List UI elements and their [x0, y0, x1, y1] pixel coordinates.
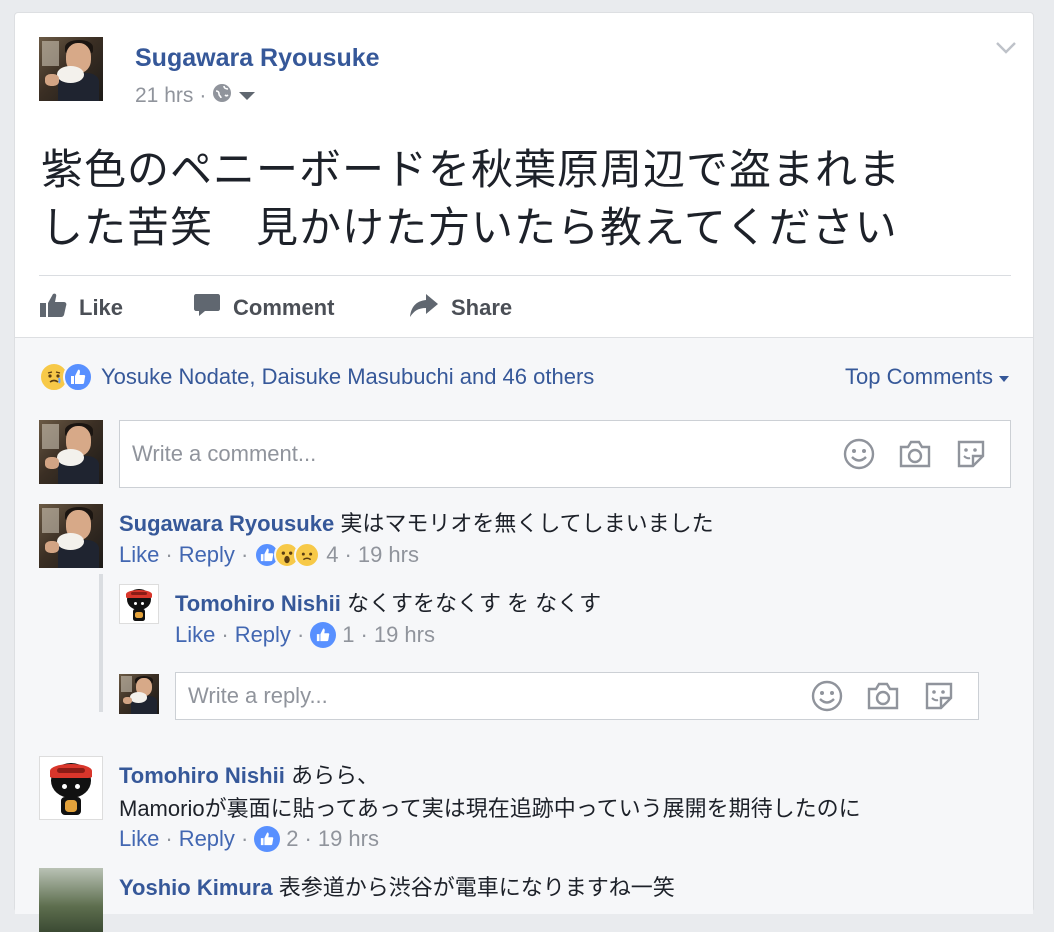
comment-body: 表参道から渋谷が電車になりますね一笑	[278, 875, 675, 900]
comment-like-link[interactable]: Like	[119, 542, 159, 568]
camera-icon[interactable]	[866, 679, 900, 713]
comment-author[interactable]: Sugawara Ryousuke	[119, 511, 334, 536]
caret-down-icon	[999, 364, 1009, 390]
comment-label: Comment	[233, 295, 335, 320]
comment-bubble-icon	[193, 292, 221, 324]
post-timestamp[interactable]: 21 hrs	[135, 84, 193, 108]
camera-icon[interactable]	[898, 437, 932, 471]
like-label: Like	[79, 295, 124, 320]
comment-body-line-2: Mamorioが裏面に貼ってあって実は現在追跡中っていう展開を期待したのに	[119, 796, 861, 821]
post-text-line-1: 紫色のペニーボードを秋葉原周辺で盗まれま	[41, 146, 902, 193]
comment-author[interactable]: Tomohiro Nishii	[119, 763, 285, 788]
sticker-icon[interactable]	[954, 437, 988, 471]
like-reaction-icon	[254, 826, 281, 852]
like-reaction-icon	[310, 622, 337, 648]
emoji-icon[interactable]	[810, 679, 844, 713]
comment-reaction-count[interactable]: 2	[286, 826, 298, 852]
like-button[interactable]: Like	[39, 292, 123, 324]
comment-text: Tomohiro Nishii あらら、	[119, 758, 379, 790]
comment-text: Sugawara Ryousuke 実はマモリオを無くしてしまいました	[119, 506, 714, 538]
post-meta: 21 hrs ·	[135, 83, 256, 109]
reply-body: なくすをなくす を なくす	[346, 591, 602, 616]
post-card: Sugawara Ryousuke 21 hrs · 紫色のペニーボードを秋葉原…	[14, 12, 1034, 932]
sticker-icon[interactable]	[922, 679, 956, 713]
chevron-down-icon[interactable]	[995, 41, 1016, 57]
reply-author[interactable]: Tomohiro Nishii	[175, 591, 341, 616]
commenter-avatar[interactable]	[39, 756, 103, 820]
reactions-summary-text: Yosuke Nodate, Daisuke Masubuchi and 46 …	[101, 364, 595, 389]
reactions-summary[interactable]: Yosuke Nodate, Daisuke Masubuchi and 46 …	[39, 362, 594, 392]
reply-timestamp[interactable]: 19 hrs	[374, 622, 435, 648]
post-divider	[39, 275, 1011, 276]
reply-text: Tomohiro Nishii なくすをなくす を なくす	[175, 586, 601, 618]
audience-dropdown-icon[interactable]	[238, 84, 256, 108]
comment-text: Yoshio Kimura 表参道から渋谷が電車になりますね一笑	[119, 870, 675, 902]
share-button[interactable]: Share	[409, 292, 512, 324]
reply-like-link[interactable]: Like	[175, 622, 215, 648]
comment-reply-link[interactable]: Reply	[179, 826, 235, 852]
top-comments-label: Top Comments	[845, 364, 993, 389]
viewer-reply-avatar	[119, 674, 159, 714]
comment-timestamp[interactable]: 19 hrs	[318, 826, 379, 852]
reply-actions: Like · Reply · 1 · 19 hrs	[175, 622, 435, 648]
reply-reply-link[interactable]: Reply	[235, 622, 291, 648]
meta-separator: ·	[199, 84, 207, 107]
comment-reaction-count[interactable]: 4	[326, 542, 338, 568]
comments-section: Yosuke Nodate, Daisuke Masubuchi and 46 …	[15, 337, 1033, 932]
emoji-icon[interactable]	[842, 437, 876, 471]
share-label: Share	[451, 295, 513, 320]
comment-input[interactable]: Write a comment...	[119, 420, 1011, 488]
comment-reply-link[interactable]: Reply	[179, 542, 235, 568]
comment-timestamp[interactable]: 19 hrs	[358, 542, 419, 568]
commenter-avatar[interactable]	[39, 868, 103, 932]
commenter-avatar[interactable]	[39, 504, 103, 568]
comment-like-link[interactable]: Like	[119, 826, 159, 852]
post-body: 紫色のペニーボードを秋葉原周辺で盗まれま した苦笑 見かけた方いたら教えてくださ…	[41, 141, 1021, 257]
reply-thread-line	[99, 574, 103, 712]
post-author-name[interactable]: Sugawara Ryousuke	[135, 44, 380, 73]
comment-author[interactable]: Yoshio Kimura	[119, 875, 273, 900]
globe-icon	[212, 83, 232, 109]
viewer-avatar	[39, 420, 103, 484]
comment-actions: Like · Reply · 4 · 19 hrs	[119, 542, 419, 568]
comment-input-placeholder: Write a comment...	[132, 441, 317, 466]
reply-author-avatar[interactable]	[119, 584, 159, 624]
comment-actions: Like · Reply · 2 · 19 hrs	[119, 826, 379, 852]
reply-input-placeholder: Write a reply...	[188, 683, 328, 708]
post-text-line-2: した苦笑 見かけた方いたら教えてください	[41, 204, 898, 251]
reply-reaction-count[interactable]: 1	[342, 622, 354, 648]
share-arrow-icon	[409, 292, 439, 324]
author-avatar[interactable]	[39, 37, 103, 101]
comment-body: 実はマモリオを無くしてしまいました	[340, 511, 714, 536]
comment-reactions[interactable]	[254, 542, 321, 568]
comment-body: あらら、	[290, 763, 379, 788]
sad-reaction-icon	[294, 542, 321, 568]
comment-button[interactable]: Comment	[193, 292, 334, 324]
like-reaction-icon	[63, 362, 93, 392]
top-comments-dropdown[interactable]: Top Comments	[845, 364, 1009, 390]
thumbs-up-icon	[39, 292, 67, 324]
reply-input[interactable]: Write a reply...	[175, 672, 979, 720]
